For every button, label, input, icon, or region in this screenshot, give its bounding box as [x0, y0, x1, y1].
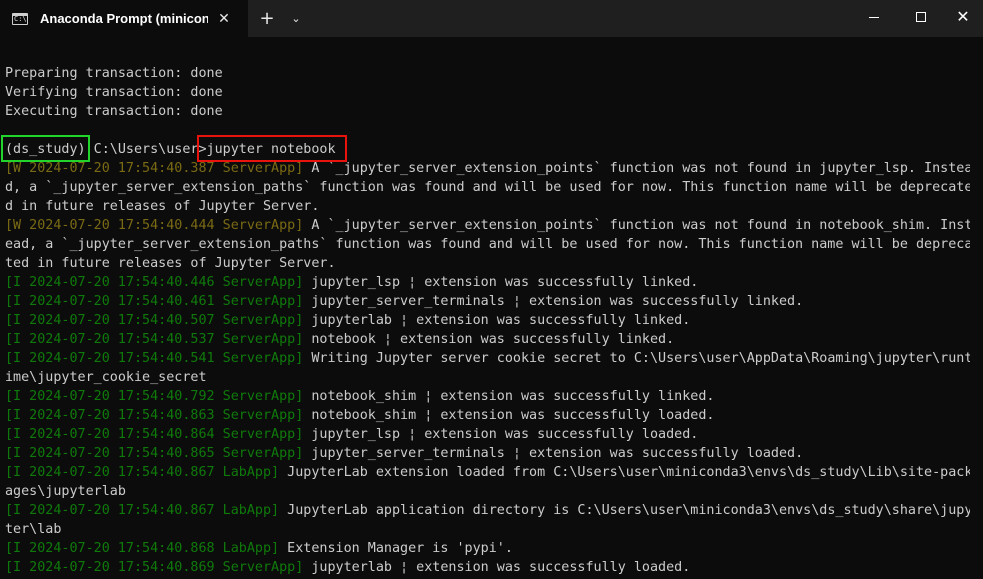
minimize-button[interactable] — [851, 0, 897, 34]
terminal-line: [I 2024-07-20 17:54:40.792 ServerApp] no… — [5, 387, 970, 406]
log-prefix: [I 2024-07-20 17:54:40.863 ServerApp] — [5, 408, 304, 423]
terminal-line: (ds_study) C:\Users\user>jupyter noteboo… — [5, 140, 970, 159]
terminal-line: [I 2024-07-20 17:54:40.867 LabApp] Jupyt… — [5, 463, 970, 482]
log-text: Extension Manager is 'pypi'. — [279, 541, 513, 556]
terminal-output[interactable]: Preparing transaction: done Verifying tra… — [0, 37, 983, 579]
maximize-icon — [916, 12, 926, 22]
log-text: ime\jupyter_cookie_secret — [5, 370, 207, 385]
terminal-line: [W 2024-07-20 17:54:40.444 ServerApp] A … — [5, 216, 970, 235]
terminal-lines: Preparing transaction: done Verifying tra… — [5, 64, 970, 577]
terminal-line: ages\jupyterlab — [5, 482, 970, 501]
log-prefix: [W 2024-07-20 17:54:40.444 ServerApp] — [5, 218, 304, 233]
terminal-line: [I 2024-07-20 17:54:40.869 ServerApp] ju… — [5, 558, 970, 577]
terminal-line: [I 2024-07-20 17:54:40.537 ServerApp] no… — [5, 330, 970, 349]
terminal-line: d in future releases of Jupyter Server. — [5, 197, 970, 216]
log-text: jupyterlab ¦ extension was successfully … — [303, 560, 691, 575]
terminal-line: [I 2024-07-20 17:54:40.863 ServerApp] no… — [5, 406, 970, 425]
log-text: Executing transaction: done — [5, 104, 223, 119]
log-text: JupyterLab extension loaded from C:\User… — [279, 465, 970, 480]
log-prefix: [I 2024-07-20 17:54:40.461 ServerApp] — [5, 294, 304, 309]
maximize-button[interactable] — [897, 0, 943, 34]
log-prefix: [I 2024-07-20 17:54:40.537 ServerApp] — [5, 332, 304, 347]
log-prefix: [I 2024-07-20 17:54:40.864 ServerApp] — [5, 427, 304, 442]
log-text: d in future releases of Jupyter Server. — [5, 199, 320, 214]
terminal-line: d, a `_jupyter_server_extension_paths` f… — [5, 178, 970, 197]
tab-close-icon[interactable]: ✕ — [214, 9, 234, 29]
terminal-line: ter\lab — [5, 520, 970, 539]
new-tab-button[interactable]: + — [256, 8, 278, 30]
close-button[interactable]: ✕ — [943, 0, 983, 34]
log-text: notebook_shim ¦ extension was successful… — [303, 408, 715, 423]
log-prefix: [I 2024-07-20 17:54:40.869 ServerApp] — [5, 560, 304, 575]
terminal-line: ead, a `_jupyter_server_extension_paths`… — [5, 235, 970, 254]
terminal-line: ime\jupyter_cookie_secret — [5, 368, 970, 387]
terminal-line: [I 2024-07-20 17:54:40.541 ServerApp] Wr… — [5, 349, 970, 368]
log-prefix: [I 2024-07-20 17:54:40.792 ServerApp] — [5, 389, 304, 404]
log-text: jupyter_server_terminals ¦ extension was… — [303, 446, 804, 461]
terminal-line: ted in future releases of Jupyter Server… — [5, 254, 970, 273]
terminal-line: [I 2024-07-20 17:54:40.868 LabApp] Exten… — [5, 539, 970, 558]
log-prefix: [I 2024-07-20 17:54:40.541 ServerApp] — [5, 351, 304, 366]
log-text: ted in future releases of Jupyter Server… — [5, 256, 336, 271]
tab-title: Anaconda Prompt (miniconda — [40, 11, 208, 26]
log-text: notebook ¦ extension was successfully li… — [303, 332, 675, 347]
log-text: JupyterLab application directory is C:\U… — [279, 503, 970, 518]
log-prefix: [I 2024-07-20 17:54:40.867 LabApp] — [5, 465, 280, 480]
log-text: Verifying transaction: done — [5, 85, 223, 100]
close-icon: ✕ — [956, 7, 970, 26]
log-text: jupyter_lsp ¦ extension was successfully… — [303, 427, 699, 442]
log-text: ages\jupyterlab — [5, 484, 126, 499]
terminal-line: [W 2024-07-20 17:54:40.387 ServerApp] A … — [5, 159, 970, 178]
minimize-icon — [869, 17, 879, 18]
log-text: jupyter_server_terminals ¦ extension was… — [303, 294, 804, 309]
terminal-line: Executing transaction: done — [5, 102, 970, 121]
log-prefix: [I 2024-07-20 17:54:40.865 ServerApp] — [5, 446, 304, 461]
log-text: A `_jupyter_server_extension_points` fun… — [303, 218, 970, 233]
log-prefix: [W 2024-07-20 17:54:40.387 ServerApp] — [5, 161, 304, 176]
log-text: ter\lab — [5, 522, 62, 537]
log-text: Preparing transaction: done — [5, 66, 223, 81]
log-text: ead, a `_jupyter_server_extension_paths`… — [5, 237, 970, 252]
log-prefix: [I 2024-07-20 17:54:40.446 ServerApp] — [5, 275, 304, 290]
highlight-command — [197, 135, 347, 162]
log-text: Writing Jupyter server cookie secret to … — [303, 351, 970, 366]
terminal-line: Preparing transaction: done — [5, 64, 970, 83]
terminal-icon: C:\ — [12, 13, 28, 25]
log-prefix: [I 2024-07-20 17:54:40.867 LabApp] — [5, 503, 280, 518]
tab-dropdown-button[interactable]: ⌄ — [286, 8, 306, 30]
log-text: notebook_shim ¦ extension was successful… — [303, 389, 715, 404]
terminal-line: [I 2024-07-20 17:54:40.864 ServerApp] ju… — [5, 425, 970, 444]
log-text: jupyter_lsp ¦ extension was successfully… — [303, 275, 699, 290]
log-text: A `_jupyter_server_extension_points` fun… — [303, 161, 970, 176]
terminal-line: [I 2024-07-20 17:54:40.867 LabApp] Jupyt… — [5, 501, 970, 520]
highlight-env-name — [1, 135, 90, 162]
terminal-line: [I 2024-07-20 17:54:40.507 ServerApp] ju… — [5, 311, 970, 330]
title-bar: C:\ Anaconda Prompt (miniconda ✕ + ⌄ ✕ — [0, 0, 983, 37]
terminal-line: Verifying transaction: done — [5, 83, 970, 102]
terminal-line: [I 2024-07-20 17:54:40.461 ServerApp] ju… — [5, 292, 970, 311]
log-prefix: [I 2024-07-20 17:54:40.868 LabApp] — [5, 541, 280, 556]
log-prefix: [I 2024-07-20 17:54:40.507 ServerApp] — [5, 313, 304, 328]
terminal-line: [I 2024-07-20 17:54:40.446 ServerApp] ju… — [5, 273, 970, 292]
tab-anaconda-prompt[interactable]: C:\ Anaconda Prompt (miniconda ✕ — [0, 0, 248, 37]
log-text: d, a `_jupyter_server_extension_paths` f… — [5, 180, 970, 195]
terminal-line: [I 2024-07-20 17:54:40.865 ServerApp] ju… — [5, 444, 970, 463]
log-text: jupyterlab ¦ extension was successfully … — [303, 313, 691, 328]
